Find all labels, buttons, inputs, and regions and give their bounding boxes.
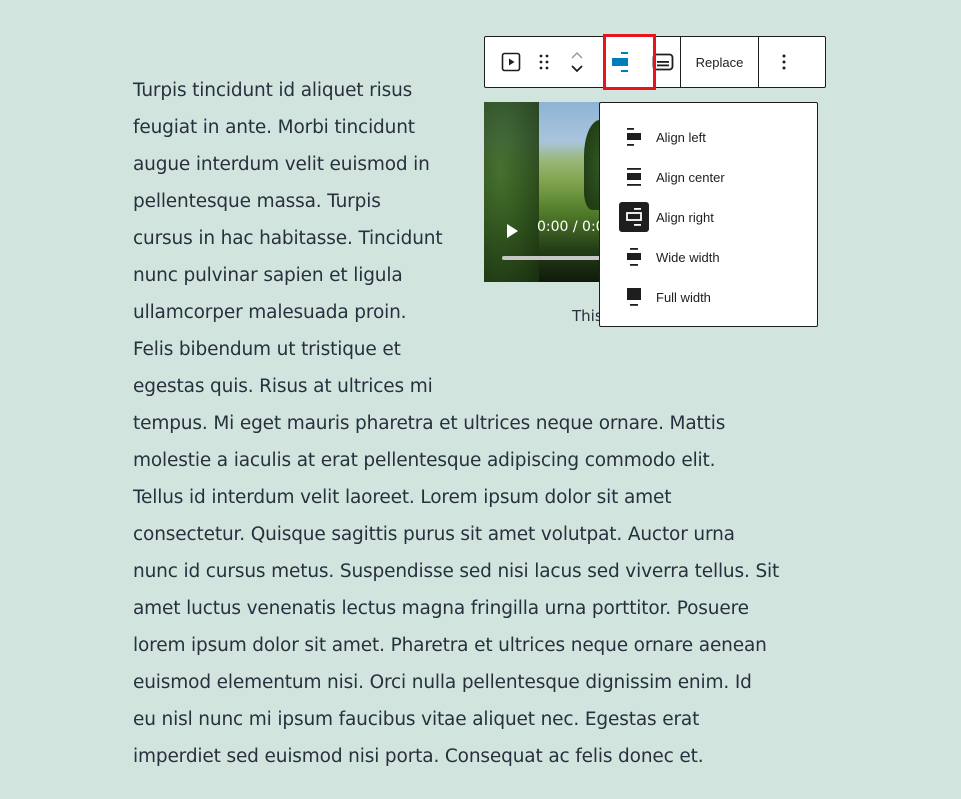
align-right-icon — [610, 50, 630, 74]
paragraph-line: consectetur. Quisque sagittis purus sit … — [133, 524, 735, 545]
paragraph-line: imperdiet sed euismod nisi porta. Conseq… — [133, 746, 704, 767]
align-menu-label: Align left — [656, 129, 706, 145]
align-center-icon — [619, 162, 649, 192]
paragraph-line: euismod elementum nisi. Orci nulla pelle… — [133, 672, 752, 693]
caption-icon — [652, 53, 674, 71]
align-button[interactable] — [594, 37, 646, 87]
align-right-icon — [619, 202, 649, 232]
paragraph-line: Tellus id interdum velit laoreet. Lorem … — [133, 487, 672, 508]
video-time: 0:00 / 0:0 — [537, 219, 605, 235]
play-icon[interactable] — [507, 224, 518, 238]
drag-handle-button[interactable] — [537, 37, 551, 87]
align-menu-label: Wide width — [656, 249, 720, 265]
paragraph-line: molestie a iaculis at erat pellentesque … — [133, 450, 716, 471]
caption-button[interactable] — [646, 37, 680, 87]
full-width-icon — [619, 282, 649, 312]
align-menu-label: Align right — [656, 209, 714, 225]
align-menu-item-wide[interactable]: Wide width — [600, 237, 817, 277]
paragraph-line: egestas quis. Risus at ultrices mi — [133, 376, 433, 397]
more-options-button[interactable] — [759, 37, 809, 87]
align-left-icon — [619, 122, 649, 152]
block-toolbar: Replace — [484, 36, 826, 88]
align-menu: Align left Align center Align right Wide… — [599, 102, 818, 327]
drag-handle-icon — [538, 53, 550, 71]
replace-group: Replace — [681, 37, 759, 87]
paragraph-line: amet luctus venenatis lectus magna fring… — [133, 598, 749, 619]
video-block-icon — [501, 52, 521, 72]
replace-button[interactable]: Replace — [681, 37, 758, 87]
align-menu-label: Align center — [656, 169, 725, 185]
options-group — [759, 37, 809, 87]
video-frame-foliage — [484, 102, 539, 282]
more-vertical-icon — [782, 53, 786, 71]
paragraph-line: nunc id cursus metus. Suspendisse sed ni… — [133, 561, 780, 582]
align-menu-item-center[interactable]: Align center — [600, 157, 817, 197]
paragraph-line: tempus. Mi eget mauris pharetra et ultri… — [133, 413, 726, 434]
paragraph-line: eu nisl nunc mi ipsum faucibus vitae ali… — [133, 709, 700, 730]
align-menu-item-full[interactable]: Full width — [600, 277, 817, 317]
align-menu-item-right[interactable]: Align right — [600, 197, 817, 237]
align-menu-item-left[interactable]: Align left — [600, 117, 817, 157]
block-mover-group — [485, 37, 604, 87]
paragraph-line: Felis bibendum ut tristique et — [133, 339, 401, 360]
wide-width-icon — [619, 242, 649, 272]
paragraph-line: lorem ipsum dolor sit amet. Pharetra et … — [133, 635, 767, 656]
align-caption-group — [594, 37, 681, 87]
align-menu-label: Full width — [656, 289, 711, 305]
chevron-down-icon[interactable] — [570, 64, 584, 73]
block-type-button[interactable] — [485, 37, 537, 87]
chevron-up-icon[interactable] — [570, 51, 584, 60]
